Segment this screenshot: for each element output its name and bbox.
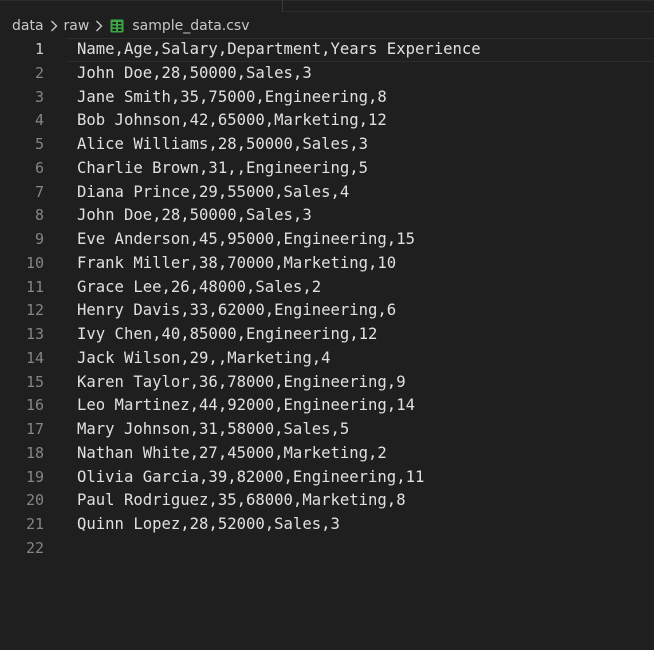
code-line[interactable]: 13 Ivy Chen,40,85000,Engineering,12 <box>0 323 654 347</box>
code-line[interactable]: 17 Mary Johnson,31,58000,Sales,5 <box>0 418 654 442</box>
line-number: 19 <box>25 467 44 486</box>
line-number: 9 <box>34 230 44 248</box>
breadcrumb-folder-raw[interactable]: raw <box>64 15 90 37</box>
line-number: 4 <box>34 111 44 130</box>
code-editor[interactable]: 1 Name,Age,Salary,Department,Years Experi… <box>0 38 654 650</box>
line-text[interactable]: Leo Martinez,44,92000,Engineering,14 <box>77 394 415 418</box>
line-text[interactable]: Eve Anderson,45,95000,Engineering,15 <box>77 228 415 252</box>
csv-file-icon <box>109 15 125 37</box>
line-text[interactable]: Ivy Chen,40,85000,Engineering,12 <box>77 323 377 347</box>
line-number: 17 <box>25 420 44 438</box>
code-line[interactable]: 15 Karen Taylor,36,78000,Engineering,9 <box>0 371 654 395</box>
code-line[interactable]: 14 Jack Wilson,29,,Marketing,4 <box>0 347 654 371</box>
line-number: 7 <box>34 182 44 201</box>
chevron-right-icon <box>92 15 106 37</box>
line-number: 12 <box>25 301 44 320</box>
breadcrumb: data raw sample_data.csv <box>12 15 250 37</box>
line-text[interactable]: Grace Lee,26,48000,Sales,2 <box>77 276 321 300</box>
line-text[interactable]: Diana Prince,29,55000,Sales,4 <box>77 181 349 205</box>
line-number: 20 <box>25 491 44 510</box>
code-line[interactable]: 3 Jane Smith,35,75000,Engineering,8 <box>0 86 654 110</box>
code-line[interactable]: 9 Eve Anderson,45,95000,Engineering,15 <box>0 228 654 252</box>
code-line[interactable]: 20 Paul Rodriguez,35,68000,Marketing,8 <box>0 489 654 513</box>
line-number: 14 <box>25 348 44 367</box>
chevron-right-icon <box>47 15 61 37</box>
code-line[interactable]: 6 Charlie Brown,31,,Engineering,5 <box>0 157 654 181</box>
line-number: 11 <box>25 277 44 296</box>
line-number: 21 <box>25 515 44 533</box>
code-line[interactable]: 2 John Doe,28,50000,Sales,3 <box>0 62 654 86</box>
code-line[interactable]: 16 Leo Martinez,44,92000,Engineering,14 <box>0 394 654 418</box>
line-text[interactable]: Henry Davis,33,62000,Engineering,6 <box>77 299 396 323</box>
line-text[interactable]: John Doe,28,50000,Sales,3 <box>77 204 312 228</box>
breadcrumb-folder-data[interactable]: data <box>12 15 44 37</box>
code-line[interactable]: 5 Alice Williams,28,50000,Sales,3 <box>0 133 654 157</box>
code-line[interactable]: 1 Name,Age,Salary,Department,Years Experi… <box>0 38 654 62</box>
line-number: 16 <box>25 396 44 415</box>
line-text[interactable]: Mary Johnson,31,58000,Sales,5 <box>77 418 349 442</box>
line-text[interactable]: Bob Johnson,42,65000,Marketing,12 <box>77 109 387 133</box>
code-line[interactable]: 11 Grace Lee,26,48000,Sales,2 <box>0 276 654 300</box>
line-text[interactable]: John Doe,28,50000,Sales,3 <box>77 62 312 86</box>
line-number: 5 <box>34 135 44 153</box>
code-line[interactable]: 21 Quinn Lopez,28,52000,Sales,3 <box>0 513 654 537</box>
code-line[interactable]: 18 Nathan White,27,45000,Marketing,2 <box>0 442 654 466</box>
line-text[interactable]: Nathan White,27,45000,Marketing,2 <box>77 442 387 466</box>
line-text[interactable]: Charlie Brown,31,,Engineering,5 <box>77 157 368 181</box>
line-text[interactable]: Olivia Garcia,39,82000,Engineering,11 <box>77 466 424 490</box>
line-number: 6 <box>34 158 44 177</box>
line-number: 2 <box>34 63 44 82</box>
line-text[interactable]: Paul Rodriguez,35,68000,Marketing,8 <box>77 489 406 513</box>
line-text[interactable]: Name,Age,Salary,Department,Years Experie… <box>77 38 481 62</box>
line-number: 10 <box>25 253 44 272</box>
line-number: 18 <box>25 443 44 462</box>
code-line[interactable]: 19 Olivia Garcia,39,82000,Engineering,11 <box>0 466 654 490</box>
code-line[interactable]: 22 <box>0 537 654 561</box>
line-text[interactable]: Quinn Lopez,28,52000,Sales,3 <box>77 513 340 537</box>
line-number: 22 <box>25 538 44 557</box>
line-text[interactable]: Alice Williams,28,50000,Sales,3 <box>77 133 368 157</box>
code-line[interactable]: 12 Henry Davis,33,62000,Engineering,6 <box>0 299 654 323</box>
line-number: 15 <box>25 372 44 391</box>
line-number: 3 <box>34 87 44 106</box>
line-number: 1 <box>34 40 44 58</box>
line-text[interactable]: Karen Taylor,36,78000,Engineering,9 <box>77 371 406 395</box>
line-number: 13 <box>25 325 44 343</box>
line-text[interactable]: Frank Miller,38,70000,Marketing,10 <box>77 252 396 276</box>
code-line[interactable]: 7 Diana Prince,29,55000,Sales,4 <box>0 181 654 205</box>
line-text[interactable]: Jack Wilson,29,,Marketing,4 <box>77 347 330 371</box>
code-line[interactable]: 8 John Doe,28,50000,Sales,3 <box>0 204 654 228</box>
line-number: 8 <box>34 206 44 225</box>
breadcrumb-file[interactable]: sample_data.csv <box>132 15 249 37</box>
code-line[interactable]: 10 Frank Miller,38,70000,Marketing,10 <box>0 252 654 276</box>
line-text[interactable]: Jane Smith,35,75000,Engineering,8 <box>77 86 387 110</box>
code-line[interactable]: 4 Bob Johnson,42,65000,Marketing,12 <box>0 109 654 133</box>
tab-bar-edge <box>282 0 654 12</box>
